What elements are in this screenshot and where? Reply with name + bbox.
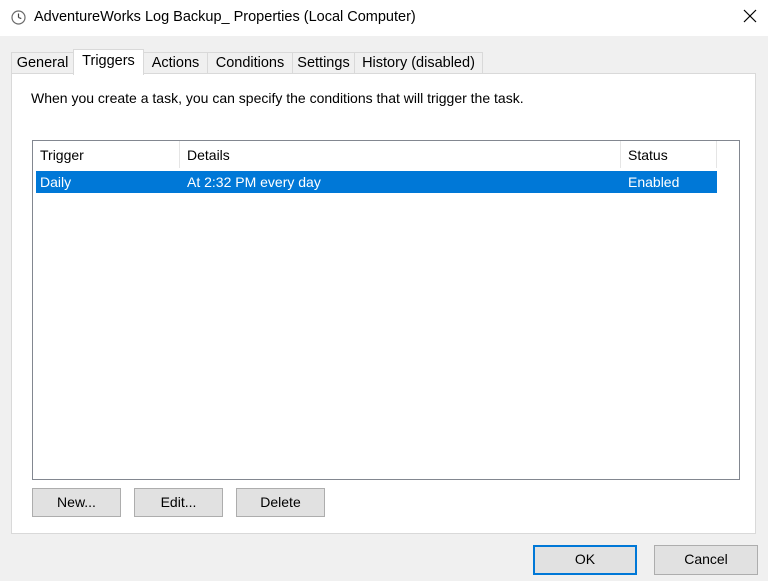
window-title: AdventureWorks Log Backup_ Properties (L… bbox=[34, 9, 416, 25]
column-header-trigger[interactable]: Trigger bbox=[33, 141, 180, 168]
table-row[interactable]: Daily At 2:32 PM every day Enabled bbox=[36, 171, 717, 193]
tab-settings[interactable]: Settings bbox=[292, 52, 355, 73]
edit-trigger-button[interactable]: Edit... bbox=[134, 488, 223, 517]
triggers-panel: When you create a task, you can specify … bbox=[11, 73, 756, 534]
tab-actions[interactable]: Actions bbox=[143, 52, 208, 73]
triggers-list[interactable]: Trigger Details Status Daily At 2:32 PM … bbox=[32, 140, 740, 480]
cancel-button[interactable]: Cancel bbox=[654, 545, 758, 575]
delete-trigger-button[interactable]: Delete bbox=[236, 488, 325, 517]
column-header-status[interactable]: Status bbox=[621, 141, 717, 168]
close-icon bbox=[743, 9, 757, 26]
tab-conditions[interactable]: Conditions bbox=[207, 52, 293, 73]
ok-button[interactable]: OK bbox=[533, 545, 637, 575]
column-header-details[interactable]: Details bbox=[180, 141, 621, 168]
new-trigger-button[interactable]: New... bbox=[32, 488, 121, 517]
row-trigger-cell: Daily bbox=[40, 174, 72, 190]
tab-general[interactable]: General bbox=[11, 52, 74, 73]
row-status-cell: Enabled bbox=[628, 174, 680, 190]
list-header: Trigger Details Status bbox=[33, 141, 739, 168]
clock-icon bbox=[11, 10, 26, 25]
tab-triggers[interactable]: Triggers bbox=[73, 49, 144, 75]
close-button[interactable] bbox=[732, 0, 768, 34]
row-details-cell: At 2:32 PM every day bbox=[187, 174, 321, 190]
title-bar: AdventureWorks Log Backup_ Properties (L… bbox=[0, 0, 768, 36]
tab-history[interactable]: History (disabled) bbox=[354, 52, 483, 73]
triggers-description: When you create a task, you can specify … bbox=[31, 90, 524, 106]
